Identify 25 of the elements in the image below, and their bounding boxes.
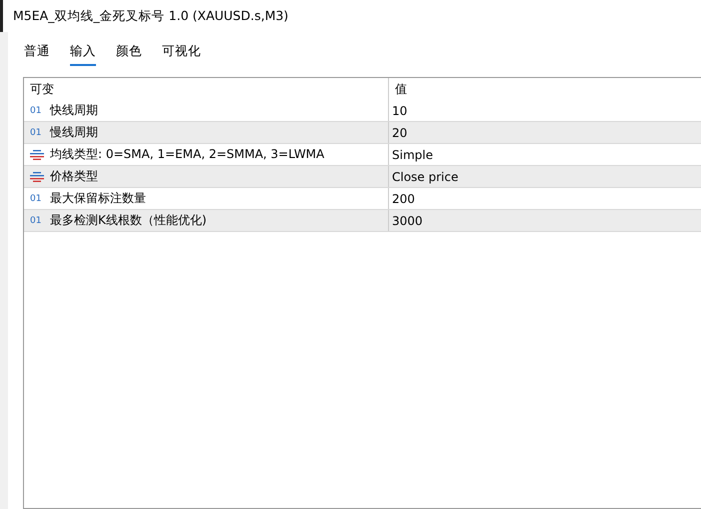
- integer-type-icon: 01: [30, 128, 44, 138]
- parameter-name: 最大保留标注数量: [50, 190, 146, 207]
- parameter-name: 慢线周期: [50, 124, 98, 141]
- tab[interactable]: 输入: [70, 42, 96, 66]
- parameter-value[interactable]: 10: [388, 100, 701, 121]
- parameter-name: 最多检测K线根数（性能优化): [50, 212, 207, 229]
- parameter-name: 价格类型: [50, 168, 98, 185]
- tab[interactable]: 普通: [24, 42, 50, 66]
- column-header: 可变: [29, 80, 55, 98]
- integer-type-icon: 01: [30, 216, 44, 226]
- tab[interactable]: 可视化: [162, 42, 201, 66]
- parameter-name: 均线类型: 0=SMA, 1=EMA, 2=SMMA, 3=LWMA: [50, 146, 324, 163]
- list-icon: [30, 150, 44, 160]
- parameter-value[interactable]: 200: [388, 188, 701, 209]
- integer-type-icon: 01: [30, 106, 44, 116]
- integer-type-icon: 01: [30, 194, 44, 204]
- parameter-name: 快线周期: [50, 102, 98, 119]
- list-icon: [30, 172, 44, 182]
- window-title: M5EA_双均线_金死叉标号 1.0 (XAUUSD.s,M3): [13, 8, 288, 24]
- column-header: 值: [388, 78, 701, 100]
- parameter-value[interactable]: 3000: [388, 210, 701, 231]
- parameter-value[interactable]: Simple: [388, 144, 701, 165]
- tab[interactable]: 颜色: [116, 42, 142, 66]
- parameter-value[interactable]: 20: [388, 122, 701, 143]
- parameter-value[interactable]: Close price: [388, 166, 701, 187]
